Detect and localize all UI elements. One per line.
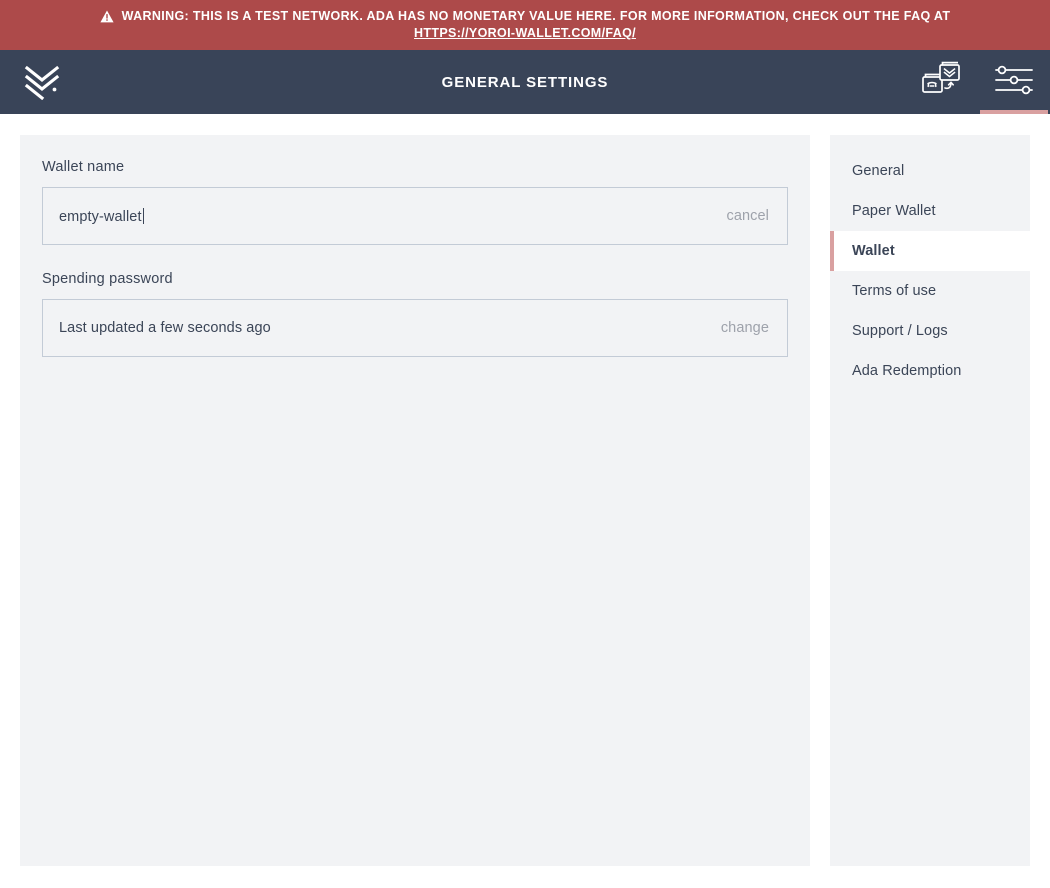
- wallet-switch-icon: [920, 60, 964, 105]
- spending-password-change-button[interactable]: change: [721, 320, 769, 336]
- wallet-name-field-group: Wallet name empty-wallet cancel: [42, 159, 788, 245]
- wallet-settings-panel: Wallet name empty-wallet cancel Spending…: [20, 135, 810, 866]
- wallet-name-cancel-button[interactable]: cancel: [726, 208, 769, 224]
- test-network-warning-banner: WARNING: THIS IS A TEST NETWORK. ADA HAS…: [0, 0, 1050, 50]
- settings-menu-item-paper-wallet[interactable]: Paper Wallet: [830, 191, 1030, 231]
- navbar-actions: [906, 50, 1050, 114]
- settings-menu-item-ada-redemption[interactable]: Ada Redemption: [830, 351, 1030, 391]
- settings-sliders-icon: [993, 63, 1035, 102]
- spending-password-box[interactable]: Last updated a few seconds ago change: [42, 299, 788, 357]
- wallet-switch-button[interactable]: [906, 50, 978, 114]
- wallet-name-input-wrapper[interactable]: empty-wallet cancel: [42, 187, 788, 245]
- warning-message: WARNING: THIS IS A TEST NETWORK. ADA HAS…: [121, 9, 951, 23]
- spending-password-label: Spending password: [42, 271, 173, 287]
- text-caret: [142, 207, 144, 224]
- wallet-name-value: empty-wallet: [59, 208, 142, 225]
- wallet-name-label: Wallet name: [42, 159, 125, 175]
- warning-text-line: WARNING: THIS IS A TEST NETWORK. ADA HAS…: [100, 8, 951, 24]
- wallet-name-input[interactable]: empty-wallet: [59, 207, 726, 225]
- settings-menu-item-wallet[interactable]: Wallet: [830, 231, 1030, 271]
- settings-menu-item-terms-of-use[interactable]: Terms of use: [830, 271, 1030, 311]
- settings-menu-item-support-logs[interactable]: Support / Logs: [830, 311, 1030, 351]
- faq-link[interactable]: HTTPS://YOROI-WALLET.COM/FAQ/: [414, 24, 636, 42]
- spending-password-field-group: Spending password Last updated a few sec…: [42, 271, 788, 357]
- settings-page-body: Wallet name empty-wallet cancel Spending…: [0, 114, 1050, 888]
- warning-triangle-icon: [100, 10, 114, 23]
- settings-menu-item-general[interactable]: General: [830, 151, 1030, 191]
- settings-menu: General Paper Wallet Wallet Terms of use…: [830, 135, 1030, 866]
- top-navbar: GENERAL SETTINGS: [0, 50, 1050, 114]
- settings-button[interactable]: [978, 50, 1050, 114]
- page-title: GENERAL SETTINGS: [441, 73, 609, 91]
- spending-password-status: Last updated a few seconds ago: [59, 320, 271, 336]
